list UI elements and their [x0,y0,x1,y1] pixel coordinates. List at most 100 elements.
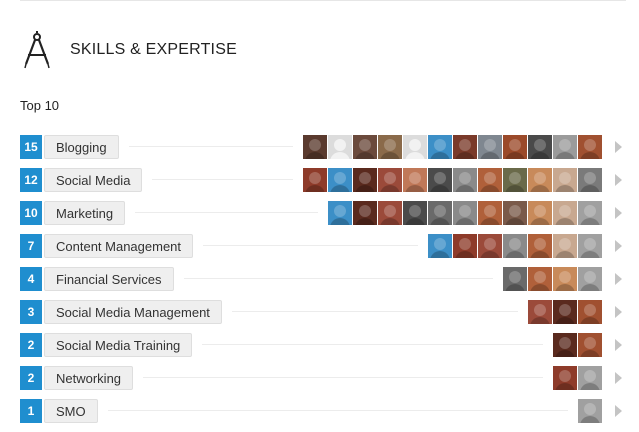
endorser-avatars [578,399,602,423]
endorser-avatar[interactable] [428,168,452,192]
endorser-avatar[interactable] [553,300,577,324]
endorser-avatar[interactable] [553,135,577,159]
row-connector-line [202,344,543,345]
endorser-avatar[interactable] [428,234,452,258]
endorsement-count-badge[interactable]: 7 [20,234,42,258]
endorsement-count-badge[interactable]: 4 [20,267,42,291]
endorsement-count-badge[interactable]: 12 [20,168,42,192]
endorsement-count-badge[interactable]: 2 [20,366,42,390]
skill-name-pill[interactable]: Social Media Management [44,300,222,324]
endorser-avatar[interactable] [528,234,552,258]
skill-row: 2 Social Media Training [20,333,626,357]
skill-name-pill[interactable]: Marketing [44,201,126,225]
endorser-avatar[interactable] [403,201,427,225]
section-header: SKILLS & EXPERTISE [20,30,237,70]
endorser-avatar[interactable] [503,234,527,258]
endorser-avatar[interactable] [378,135,402,159]
endorsement-count-badge[interactable]: 3 [20,300,42,324]
endorser-avatar[interactable] [553,366,577,390]
expand-arrow-icon[interactable] [615,405,622,417]
endorser-avatar[interactable] [428,135,452,159]
endorser-avatar[interactable] [353,168,377,192]
endorser-avatar[interactable] [578,399,602,423]
endorser-avatars [528,300,602,324]
endorser-avatar[interactable] [578,333,602,357]
endorser-avatar[interactable] [553,168,577,192]
skill-name-pill[interactable]: Financial Services [44,267,174,291]
skill-name-pill[interactable]: Social Media [44,168,143,192]
endorser-avatars [553,366,602,390]
endorser-avatar[interactable] [303,135,327,159]
endorser-avatar[interactable] [528,267,552,291]
endorser-avatar[interactable] [328,135,352,159]
expand-arrow-icon[interactable] [615,141,622,153]
endorser-avatar[interactable] [378,168,402,192]
skill-row: 15 Blogging [20,135,626,159]
endorser-avatar[interactable] [353,201,377,225]
endorser-avatar[interactable] [578,300,602,324]
expand-arrow-icon[interactable] [615,306,622,318]
endorser-avatar[interactable] [453,234,477,258]
endorser-avatar[interactable] [478,201,502,225]
endorsement-count-badge[interactable]: 10 [20,201,42,225]
expand-arrow-icon[interactable] [615,174,622,186]
endorser-avatar[interactable] [303,168,327,192]
skill-name-pill[interactable]: Social Media Training [44,333,193,357]
expand-arrow-icon[interactable] [615,339,622,351]
endorser-avatar[interactable] [553,234,577,258]
endorser-avatar[interactable] [578,201,602,225]
skill-name-pill[interactable]: Blogging [44,135,119,159]
endorser-avatar[interactable] [503,135,527,159]
endorser-avatars [553,333,602,357]
section-title: SKILLS & EXPERTISE [70,41,237,58]
skill-row: 3 Social Media Management [20,300,626,324]
endorsement-count-badge[interactable]: 2 [20,333,42,357]
skills-list: 15 Blogging 12 Social Media 10 Marketing 7 Cont… [20,135,626,432]
endorser-avatars [503,267,602,291]
endorser-avatar[interactable] [353,135,377,159]
row-connector-line [129,146,293,147]
skill-name-pill[interactable]: Content Management [44,234,194,258]
endorser-avatar[interactable] [478,234,502,258]
endorser-avatar[interactable] [478,168,502,192]
endorser-avatar[interactable] [453,135,477,159]
skill-row: 4 Financial Services [20,267,626,291]
expand-arrow-icon[interactable] [615,207,622,219]
endorser-avatars [303,135,602,159]
expand-arrow-icon[interactable] [615,240,622,252]
endorser-avatar[interactable] [503,267,527,291]
endorser-avatar[interactable] [528,135,552,159]
row-connector-line [108,410,568,411]
endorser-avatar[interactable] [453,201,477,225]
endorser-avatar[interactable] [528,168,552,192]
endorser-avatar[interactable] [578,234,602,258]
expand-arrow-icon[interactable] [615,372,622,384]
endorser-avatar[interactable] [553,267,577,291]
endorser-avatar[interactable] [553,333,577,357]
endorser-avatar[interactable] [428,201,452,225]
endorser-avatar[interactable] [503,201,527,225]
compass-icon [24,31,50,69]
endorser-avatar[interactable] [578,366,602,390]
endorser-avatar[interactable] [528,201,552,225]
skill-name-pill[interactable]: Networking [44,366,134,390]
endorser-avatar[interactable] [328,168,352,192]
endorser-avatar[interactable] [528,300,552,324]
endorser-avatars [328,201,602,225]
endorser-avatar[interactable] [578,135,602,159]
endorser-avatar[interactable] [328,201,352,225]
endorser-avatar[interactable] [378,201,402,225]
endorser-avatar[interactable] [578,168,602,192]
endorser-avatar[interactable] [578,267,602,291]
expand-arrow-icon[interactable] [615,273,622,285]
skill-row: 7 Content Management [20,234,626,258]
skill-name-pill[interactable]: SMO [44,399,98,423]
endorser-avatar[interactable] [403,135,427,159]
endorsement-count-badge[interactable]: 1 [20,399,42,423]
endorsement-count-badge[interactable]: 15 [20,135,42,159]
endorser-avatar[interactable] [478,135,502,159]
endorser-avatar[interactable] [553,201,577,225]
endorser-avatar[interactable] [403,168,427,192]
endorser-avatar[interactable] [453,168,477,192]
endorser-avatar[interactable] [503,168,527,192]
